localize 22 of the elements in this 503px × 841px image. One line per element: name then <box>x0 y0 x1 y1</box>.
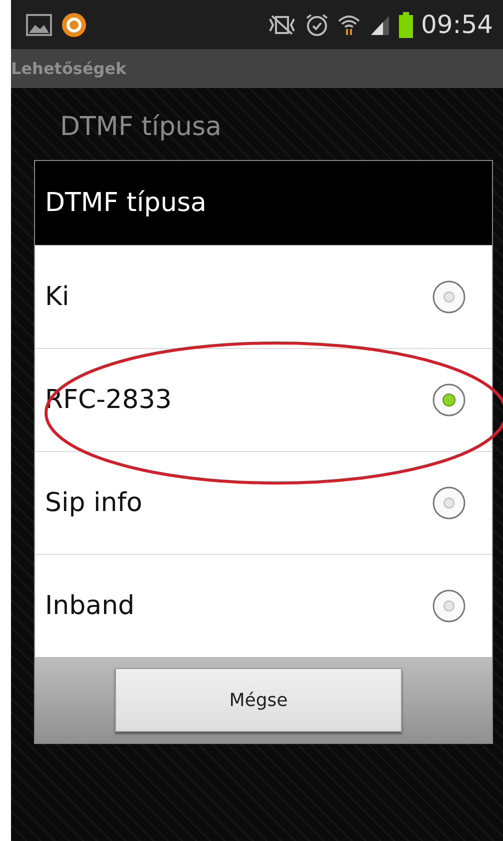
option-label: Inband <box>45 591 135 621</box>
alarm-icon <box>304 12 329 36</box>
radio-button[interactable] <box>432 589 466 623</box>
option-row[interactable]: Ki <box>35 245 492 348</box>
dialog-title: DTMF típusa <box>44 187 208 220</box>
option-label: Sip info <box>45 488 142 518</box>
vibrate-mute-icon <box>266 14 297 36</box>
preference-title: DTMF típusa <box>60 111 222 144</box>
app-icon <box>61 12 87 38</box>
radio-button[interactable] <box>432 383 466 417</box>
image-icon <box>25 12 53 36</box>
option-label: Ki <box>45 282 70 312</box>
option-row[interactable]: Inband <box>35 554 492 657</box>
battery-icon <box>398 12 413 38</box>
cancel-button[interactable]: Mégse <box>115 668 402 732</box>
signal-icon <box>368 14 391 36</box>
option-row[interactable]: Sip info <box>35 451 492 554</box>
status-time: 09:54 <box>420 10 493 39</box>
radio-button[interactable] <box>432 486 466 520</box>
wifi-icon <box>336 12 361 36</box>
radio-button[interactable] <box>432 280 466 314</box>
action-bar-title: Lehetőségek <box>11 59 126 78</box>
